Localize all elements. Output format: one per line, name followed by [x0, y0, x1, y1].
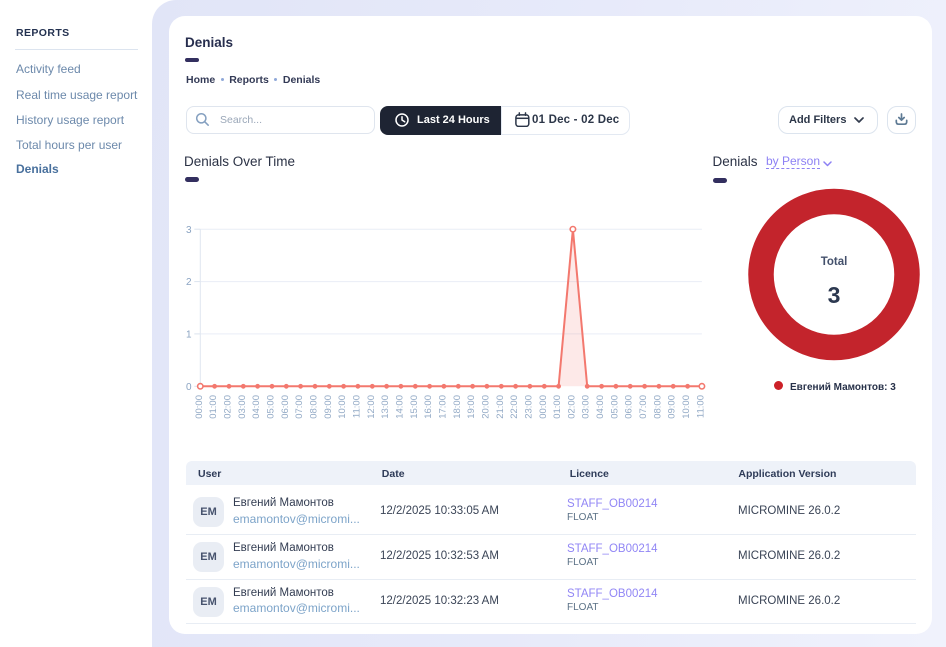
svg-text:06:00: 06:00	[280, 395, 291, 419]
svg-text:09:00: 09:00	[667, 395, 678, 419]
svg-text:05:00: 05:00	[266, 395, 277, 419]
svg-text:11:00: 11:00	[695, 395, 706, 418]
svg-text:13:00: 13:00	[380, 395, 391, 419]
svg-text:03:00: 03:00	[237, 395, 248, 419]
svg-text:08:00: 08:00	[309, 395, 320, 419]
svg-text:18:00: 18:00	[452, 395, 463, 419]
svg-text:00:00: 00:00	[194, 395, 205, 419]
svg-text:09:00: 09:00	[323, 395, 334, 419]
svg-text:04:00: 04:00	[251, 395, 262, 419]
svg-text:10:00: 10:00	[337, 395, 348, 419]
svg-text:04:00: 04:00	[595, 395, 606, 419]
svg-text:01:00: 01:00	[552, 395, 563, 419]
svg-text:11:00: 11:00	[351, 395, 362, 418]
svg-text:3: 3	[186, 225, 192, 236]
svg-text:00:00: 00:00	[538, 395, 549, 419]
svg-text:06:00: 06:00	[624, 395, 635, 419]
svg-text:22:00: 22:00	[509, 395, 520, 419]
svg-text:15:00: 15:00	[409, 395, 420, 419]
svg-text:05:00: 05:00	[609, 395, 620, 419]
svg-text:02:00: 02:00	[223, 395, 234, 419]
svg-text:2: 2	[186, 277, 192, 288]
svg-text:19:00: 19:00	[466, 395, 477, 419]
svg-text:14:00: 14:00	[394, 395, 405, 419]
svg-text:21:00: 21:00	[495, 395, 506, 419]
svg-text:03:00: 03:00	[581, 395, 592, 419]
svg-text:1: 1	[186, 330, 192, 341]
svg-text:23:00: 23:00	[523, 395, 534, 419]
svg-text:08:00: 08:00	[652, 395, 663, 419]
svg-text:01:00: 01:00	[208, 395, 219, 419]
svg-text:02:00: 02:00	[566, 395, 577, 419]
svg-text:10:00: 10:00	[681, 395, 692, 419]
svg-text:0: 0	[186, 382, 192, 393]
svg-text:20:00: 20:00	[480, 395, 491, 419]
svg-text:12:00: 12:00	[366, 395, 377, 419]
svg-text:17:00: 17:00	[437, 395, 448, 419]
svg-text:16:00: 16:00	[423, 395, 434, 419]
svg-text:07:00: 07:00	[294, 395, 305, 419]
svg-text:07:00: 07:00	[638, 395, 649, 419]
